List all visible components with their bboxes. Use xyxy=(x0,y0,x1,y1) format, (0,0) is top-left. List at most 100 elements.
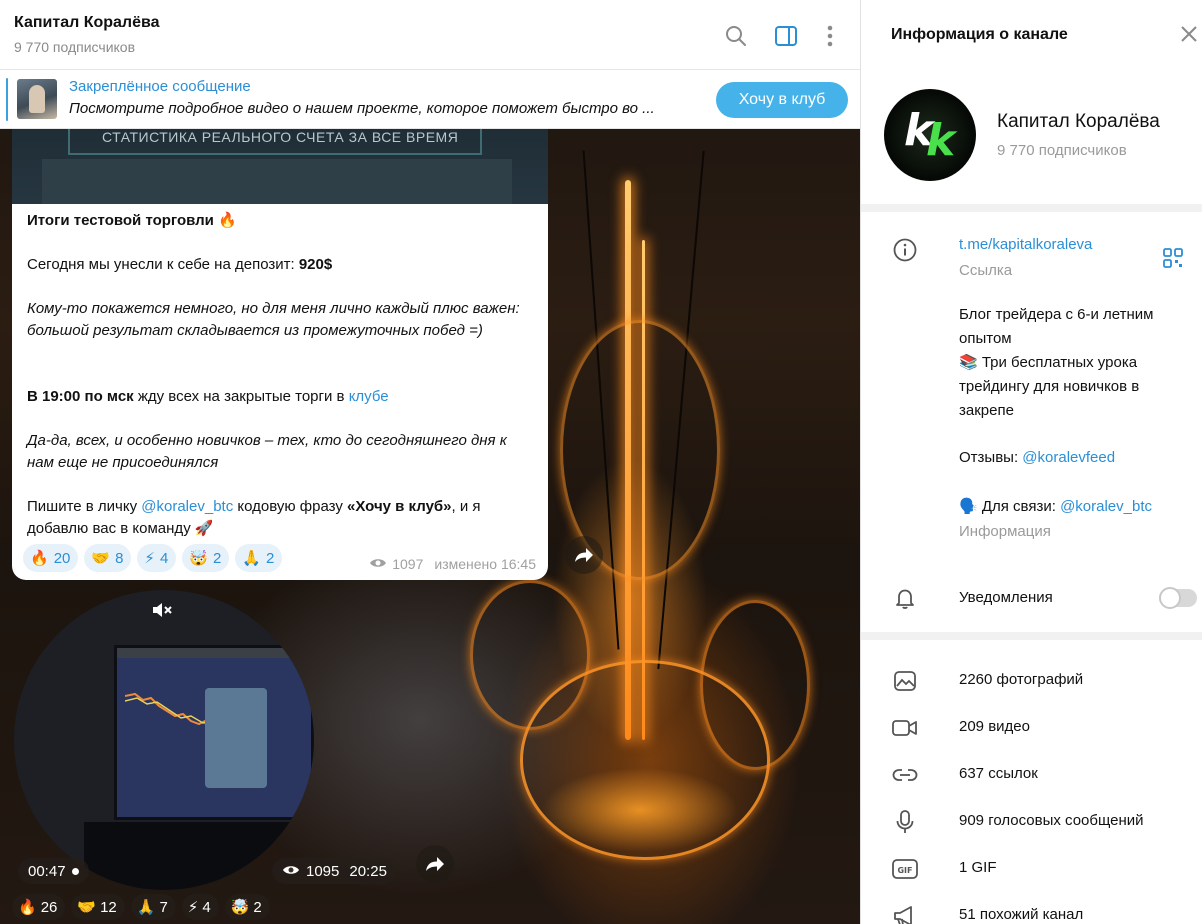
avatar-logo-letter: k xyxy=(926,115,956,166)
reaction-count: 12 xyxy=(100,898,117,916)
message-cta: Пишите в личку @koralev_btc кодовую фраз… xyxy=(27,496,527,540)
reviews-link[interactable]: @koralevfeed xyxy=(1022,449,1115,466)
reviews-label: Отзывы: xyxy=(959,449,1023,466)
message-reactions: 🔥 20 🤝 8 ⚡ 4 🤯 2 🙏 2 xyxy=(23,544,283,572)
media-row-videos[interactable]: 209 видео xyxy=(861,704,1202,751)
media-row-label: 209 видео xyxy=(959,718,1030,735)
reaction-fire[interactable]: 🔥 20 xyxy=(23,544,79,572)
link-icon xyxy=(891,763,919,787)
video-icon xyxy=(891,716,919,740)
reaction-exploding-head[interactable]: 🤯 2 xyxy=(224,894,270,920)
channel-contact: 🗣️ Для связи: @koralev_btc xyxy=(959,495,1187,519)
eye-icon xyxy=(369,556,387,572)
toggle-knob xyxy=(1159,587,1181,609)
contact-caption: Информация xyxy=(959,523,1051,540)
media-row-similar[interactable]: 51 похожий канал xyxy=(861,892,1202,924)
club-link[interactable]: клубе xyxy=(349,388,389,405)
message-italic-2: Да-да, всех, и особенно новичков – тех, … xyxy=(27,432,507,471)
chat-area: Капитал Коралёва 9 770 подписчиков Закре… xyxy=(0,0,860,924)
reaction-emoji: 🤝 xyxy=(77,899,97,916)
reaction-pray[interactable]: 🙏 2 xyxy=(235,544,283,572)
media-row-gif[interactable]: GIF 1 GIF xyxy=(861,845,1202,892)
pinned-accent-bar xyxy=(6,78,8,121)
message-media-image[interactable]: СТАТИСТИКА РЕАЛЬНОГО СЧЕТА ЗА ВСЕ ВРЕМЯ xyxy=(12,129,548,204)
media-row-photos[interactable]: 2260 фотографий xyxy=(861,657,1202,704)
video-reactions: 🔥 26 🤝 12 🙏 7 ⚡ 4 🤯 2 xyxy=(12,894,270,920)
channel-description-1: Блог трейдера с 6-и летним опытом xyxy=(959,306,1154,347)
reaction-handshake[interactable]: 🤝 8 xyxy=(84,544,132,572)
video-duration-text: 00:47 xyxy=(28,862,66,880)
media-row-links[interactable]: 637 ссылок xyxy=(861,751,1202,798)
video-meta: 1095 20:25 xyxy=(272,858,397,884)
forward-icon[interactable] xyxy=(565,536,603,574)
info-header: Информация о канале xyxy=(861,0,1202,70)
join-club-button[interactable]: Хочу в клуб xyxy=(716,82,848,118)
pinned-message[interactable]: Закреплённое сообщение Посмотрите подроб… xyxy=(0,70,860,129)
deposit-text: Сегодня мы унесли к себе на депозит: xyxy=(27,256,299,273)
close-icon[interactable] xyxy=(1179,24,1201,46)
channel-link[interactable]: t.me/kapitalkoraleva xyxy=(959,233,1187,257)
channel-subscribers: 9 770 подписчиков xyxy=(997,142,1127,159)
megaphone-icon xyxy=(891,904,919,924)
reaction-emoji: ⚡ xyxy=(187,899,199,916)
forward-icon[interactable] xyxy=(416,845,454,883)
media-row-label: 51 похожий канал xyxy=(959,906,1084,923)
round-video-message[interactable] xyxy=(14,590,314,890)
chat-header: Капитал Коралёва 9 770 подписчиков xyxy=(0,0,860,70)
reaction-handshake[interactable]: 🤝 12 xyxy=(71,894,125,920)
media-row-label: 909 голосовых сообщений xyxy=(959,812,1144,829)
video-browser-bar xyxy=(117,648,311,658)
channel-link-caption: Ссылка xyxy=(959,262,1013,279)
reaction-count: 4 xyxy=(159,549,169,567)
notifications-toggle[interactable] xyxy=(1159,587,1197,609)
chat-subscribers: 9 770 подписчиков xyxy=(14,39,136,55)
qr-code-icon[interactable] xyxy=(1163,248,1183,268)
time-text: жду всех на закрытые торги в xyxy=(133,388,349,405)
contact-link[interactable]: @koralev_btc xyxy=(1060,498,1152,515)
gif-icon: GIF xyxy=(891,857,919,881)
video-laptop-screen xyxy=(114,645,314,820)
background-glow xyxy=(700,600,810,770)
reaction-emoji: 🔥 xyxy=(30,550,49,567)
reaction-pray[interactable]: 🙏 7 xyxy=(130,894,176,920)
channel-info-panel: Информация о канале k k Капитал Коралёва… xyxy=(860,0,1202,924)
message-time-line: В 19:00 по мск жду всех на закрытые торг… xyxy=(27,386,527,408)
chat-title[interactable]: Капитал Коралёва xyxy=(14,14,160,32)
playing-dot-icon xyxy=(71,867,79,875)
media-shade xyxy=(42,159,512,204)
media-row-label: 2260 фотографий xyxy=(959,671,1084,688)
reaction-fire[interactable]: 🔥 26 xyxy=(12,894,66,920)
reaction-count: 4 xyxy=(202,898,211,916)
photo-icon xyxy=(891,669,919,693)
media-banner-text: СТАТИСТИКА РЕАЛЬНОГО СЧЕТА ЗА ВСЕ ВРЕМЯ xyxy=(102,129,459,145)
reaction-lightning[interactable]: ⚡ 4 xyxy=(181,894,219,920)
video-views: 1095 xyxy=(306,862,340,880)
message-edited-time: изменено 16:45 xyxy=(434,556,536,572)
channel-avatar[interactable]: k k xyxy=(884,89,976,181)
info-title: Информация о канале xyxy=(891,26,1068,43)
message-italic-1: Кому-то покажется немного, но для меня л… xyxy=(27,300,520,339)
media-row-label: 637 ссылок xyxy=(959,765,1038,782)
info-icon xyxy=(893,238,917,262)
sidebar-toggle-icon[interactable] xyxy=(774,24,798,48)
cta-mid: кодовую фразу xyxy=(233,498,347,515)
reaction-count: 7 xyxy=(159,898,168,916)
video-time: 20:25 xyxy=(349,862,387,880)
contact-label: 🗣️ Для связи: xyxy=(959,498,1061,515)
reaction-lightning[interactable]: ⚡ 4 xyxy=(137,544,177,572)
svg-text:GIF: GIF xyxy=(897,866,912,875)
channel-reviews: Отзывы: @koralevfeed xyxy=(959,446,1187,470)
muted-speaker-icon[interactable] xyxy=(150,598,174,622)
reaction-count: 26 xyxy=(40,898,58,916)
more-menu-icon[interactable] xyxy=(818,24,842,48)
search-icon[interactable] xyxy=(724,24,748,48)
reaction-exploding-head[interactable]: 🤯 2 xyxy=(182,544,230,572)
channel-about: t.me/kapitalkoraleva Ссылка Блог трейдер… xyxy=(861,212,1202,632)
koralev-btc-link[interactable]: @koralev_btc xyxy=(141,498,233,515)
message-title: Итоги тестовой торговли 🔥 xyxy=(27,212,237,229)
media-row-voice[interactable]: 909 голосовых сообщений xyxy=(861,798,1202,845)
reaction-count: 2 xyxy=(253,898,262,916)
cta-pre: Пишите в личку xyxy=(27,498,142,515)
reaction-count: 2 xyxy=(266,549,275,567)
video-duration: 00:47 xyxy=(18,858,89,884)
